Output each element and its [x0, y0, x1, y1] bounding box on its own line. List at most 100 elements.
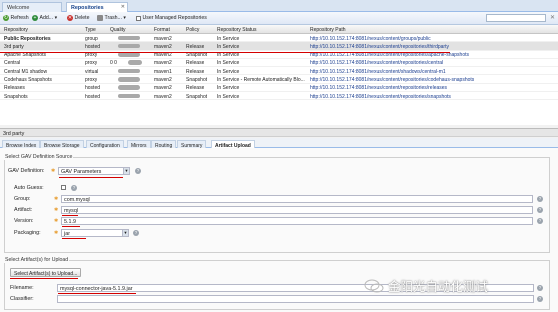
close-icon[interactable]: ✕: [121, 4, 125, 10]
tab-mirrors[interactable]: Mirrors: [127, 140, 151, 149]
classifier-field[interactable]: [57, 295, 534, 303]
col-header-repository[interactable]: Repository: [4, 27, 28, 33]
tab-welcome[interactable]: Welcome: [2, 2, 62, 12]
table-row[interactable]: Codehaus Snapshots proxy maven2 Snapshot In …: [0, 75, 558, 84]
refresh-button[interactable]: ↻ Refresh: [3, 15, 29, 21]
tab-artifact-upload[interactable]: Artifact Upload: [211, 140, 255, 149]
repository-path-cell[interactable]: http://10.10.152.174:8081/nexus/content/…: [310, 85, 447, 91]
chevron-down-icon[interactable]: ▼: [123, 168, 129, 174]
select-artifacts-button[interactable]: Select Artifact(s) to Upload...: [10, 268, 82, 277]
clear-search-icon[interactable]: ✕: [550, 14, 555, 21]
table-row[interactable]: 3rd party hosted maven2 Release In Service ht…: [0, 42, 558, 51]
repository-status-cell: In Service: [217, 93, 240, 100]
version-field[interactable]: 5.1.9: [61, 217, 533, 225]
table-row[interactable]: Central M1 shadow virtual maven1 Release In …: [0, 67, 558, 76]
gav-definition-label: GAV Definition:: [8, 168, 45, 174]
repository-status-cell: In Service: [217, 60, 240, 67]
delete-button[interactable]: ✕ Delete: [67, 15, 90, 21]
help-icon[interactable]: ?: [133, 230, 139, 236]
chevron-down-icon[interactable]: ▼: [122, 230, 128, 236]
repository-policy-cell: Snapshot: [186, 76, 208, 83]
repository-path-cell[interactable]: http://10.10.152.174:8081/nexus/content/…: [310, 69, 446, 75]
user-managed-checkbox[interactable]: [136, 15, 141, 21]
delete-icon: ✕: [67, 15, 73, 21]
help-icon[interactable]: ?: [537, 207, 543, 213]
trash-button[interactable]: Trash... ▾: [97, 15, 126, 21]
annotation-underline: [62, 215, 78, 216]
chevron-down-icon: ▾: [54, 15, 58, 21]
required-star-icon: ✱: [51, 168, 56, 174]
help-icon[interactable]: ?: [537, 296, 543, 302]
add-button[interactable]: + Add... ▾: [32, 15, 57, 21]
group-field[interactable]: com.mysql: [61, 195, 533, 203]
refresh-icon: ↻: [3, 15, 9, 21]
tab-repositories-label: Repositories: [71, 5, 104, 11]
user-managed-label: User Managed Repositories: [142, 15, 207, 21]
repository-status-cell: In Service: [217, 85, 240, 92]
quality-bar: [128, 60, 142, 66]
repository-path-cell[interactable]: http://10.10.152.174:8081/nexus/content/…: [310, 94, 451, 100]
gav-definition-select[interactable]: GAV Parameters ▼: [58, 167, 130, 175]
tab-repositories[interactable]: Repositories ✕: [66, 2, 128, 12]
artifact-label: Artifact:: [14, 207, 33, 213]
col-header-type[interactable]: Type: [85, 27, 96, 33]
col-header-quality[interactable]: Quality: [110, 27, 126, 33]
repository-name-cell: Snapshots: [4, 93, 28, 100]
quality-bar: [118, 43, 140, 49]
repository-name-cell: Codehaus Snapshots: [4, 76, 52, 83]
table-row[interactable]: Releases hosted maven2 Release In Service htt…: [0, 84, 558, 93]
tab-browse-storage[interactable]: Browse Storage: [40, 140, 84, 149]
group-label: Group:: [14, 196, 31, 202]
table-row[interactable]: Central proxy maven2 Release In Service http:…: [0, 59, 558, 68]
quality-bar: [118, 93, 140, 99]
tab-summary[interactable]: Summary: [177, 140, 207, 149]
col-header-format[interactable]: Format: [154, 27, 170, 33]
auto-guess-checkbox[interactable]: [61, 185, 66, 190]
repository-type-cell: group: [85, 35, 98, 42]
repository-status-cell: In Service: [217, 43, 240, 50]
help-icon[interactable]: ?: [71, 185, 77, 191]
col-header-path[interactable]: Repository Path: [310, 27, 346, 33]
grid-header: Repository Type Quality Format Policy Re…: [0, 25, 558, 34]
repository-path-cell[interactable]: http://10.10.152.174:8081/nexus/content/…: [310, 36, 431, 42]
repositories-toolbar: ↻ Refresh + Add... ▾ ✕ Delete Trash... ▾ User…: [0, 12, 558, 25]
artifact-field[interactable]: mysql: [61, 206, 533, 214]
table-row[interactable]: Public Repositories group maven2 In Service…: [0, 34, 558, 43]
group-value: com.mysql: [64, 197, 90, 203]
user-managed-filter[interactable]: User Managed Repositories: [136, 15, 207, 21]
quality-bar: [118, 85, 140, 90]
annotation-underline: [62, 226, 80, 227]
quality-bar: [118, 35, 140, 41]
repository-policy-cell: Release: [186, 60, 205, 67]
col-header-policy[interactable]: Policy: [186, 27, 199, 33]
tab-routing[interactable]: Routing: [151, 140, 177, 149]
add-label: Add...: [39, 15, 54, 21]
help-icon[interactable]: ?: [537, 285, 543, 291]
watermark: 金阳光自动化测试: [364, 276, 488, 295]
repository-status-cell: In Service: [217, 68, 240, 75]
packaging-select[interactable]: jar ▼: [61, 229, 129, 237]
repository-panel-header: 3rd party: [0, 128, 558, 137]
help-icon[interactable]: ?: [537, 218, 543, 224]
delete-label: Delete: [74, 15, 90, 21]
help-icon[interactable]: ?: [135, 168, 141, 174]
packaging-label: Packaging:: [14, 230, 41, 236]
repository-path-cell[interactable]: http://10.10.152.174:8081/nexus/content/…: [310, 77, 474, 83]
repository-status-cell: In Service: [217, 35, 240, 42]
chevron-down-icon: ▾: [123, 15, 127, 21]
tab-configuration[interactable]: Configuration: [86, 140, 124, 149]
help-icon[interactable]: ?: [537, 196, 543, 202]
tab-browse-index[interactable]: Browse Index: [2, 140, 41, 149]
col-header-status[interactable]: Repository Status: [217, 27, 256, 33]
artifact-value: mysql: [64, 208, 79, 214]
repository-policy-cell: Snapshot: [186, 93, 208, 100]
required-star-icon: ✱: [54, 230, 59, 236]
repository-path-cell[interactable]: http://10.10.152.174:8081/nexus/content/…: [310, 44, 449, 50]
quality-bar: [118, 68, 140, 74]
version-label: Version:: [14, 218, 34, 224]
annotation-underline: [62, 238, 86, 239]
table-row[interactable]: Snapshots hosted maven2 Snapshot In Service h…: [0, 92, 558, 101]
grid-body: Public Repositories group maven2 In Service…: [0, 34, 558, 101]
repository-path-cell[interactable]: http://10.10.152.174:8081/nexus/content/…: [310, 60, 443, 66]
search-input[interactable]: [486, 14, 546, 22]
